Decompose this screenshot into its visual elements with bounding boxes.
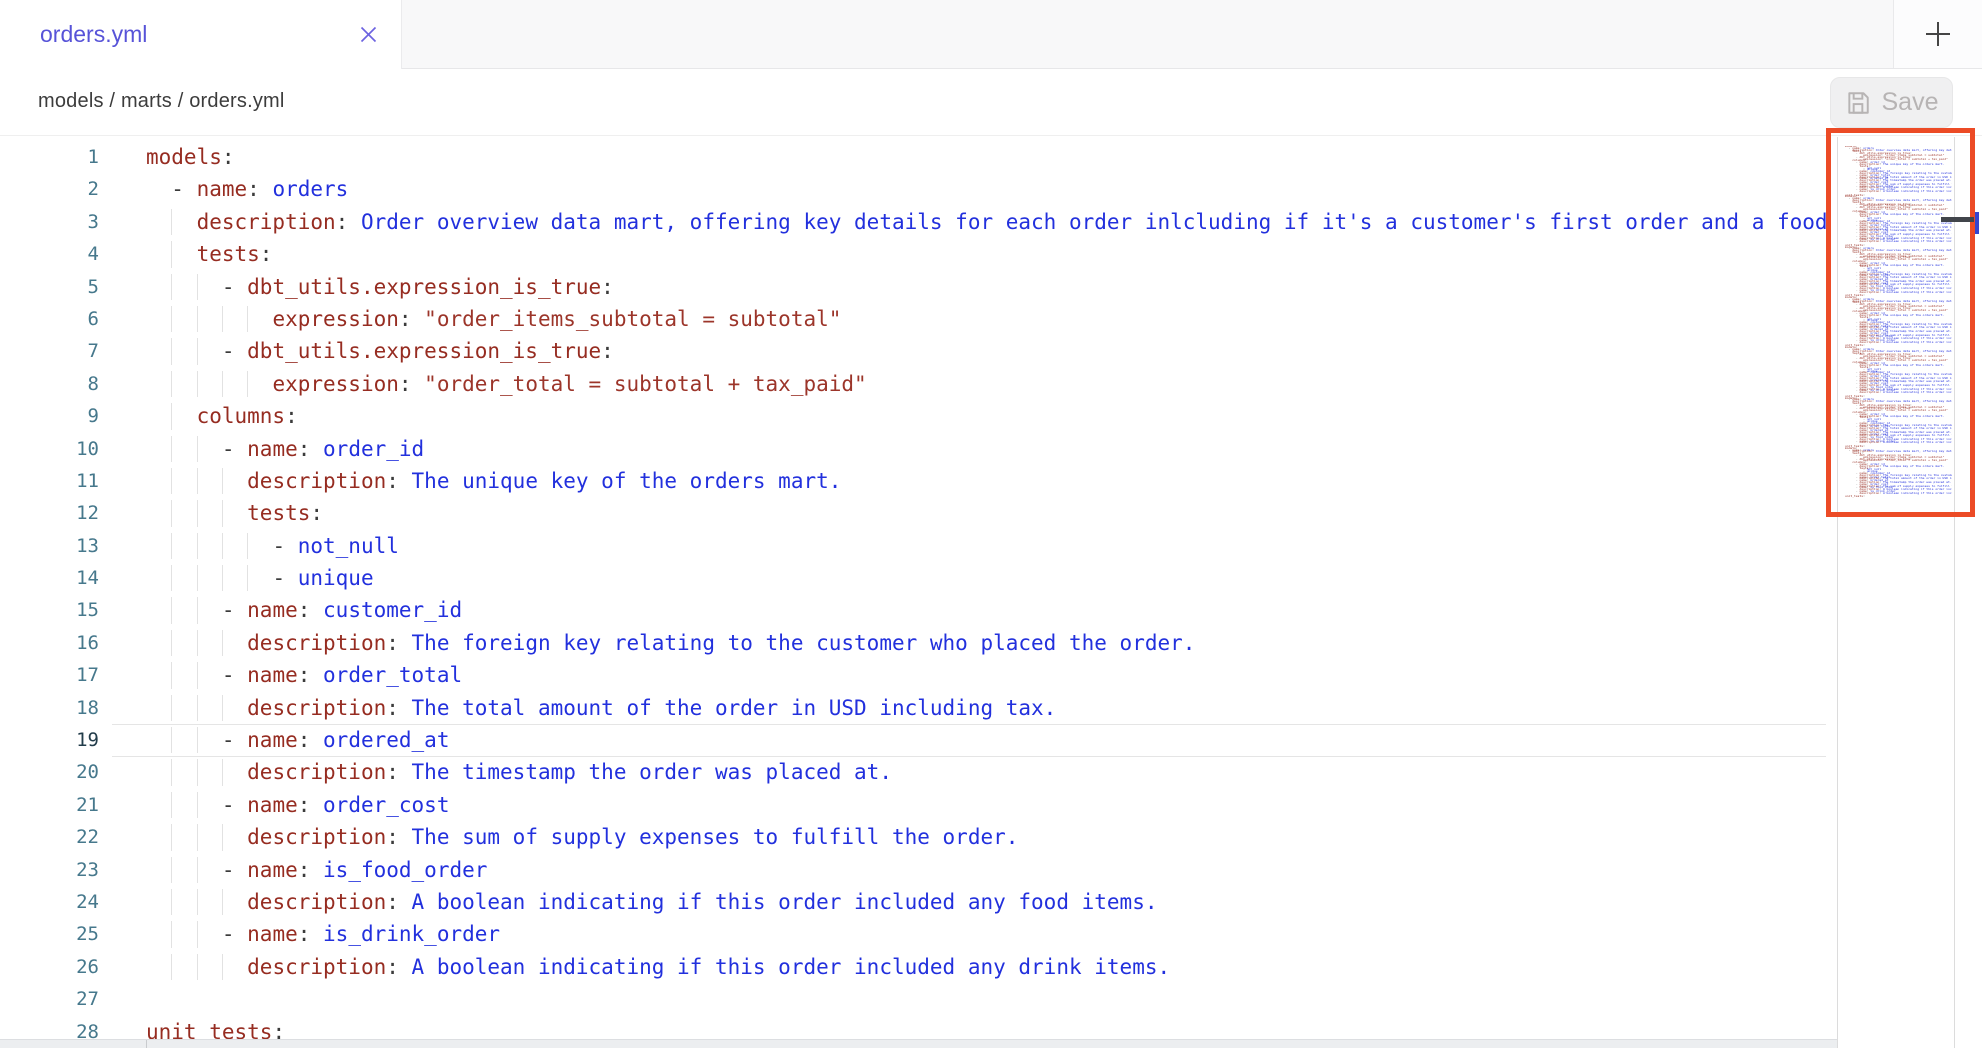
toolbar: models / marts / orders.yml Save [0,69,1982,136]
code-lines: 1models:2 - name: orders3 description: O… [0,141,1982,1048]
line-number: 20 [0,756,99,788]
line-number: 12 [0,497,99,529]
minimap-content: models: - name: orders description: Orde… [1845,146,1952,1044]
line-number: 13 [0,530,99,562]
code-line[interactable]: 10 - name: order_id [0,433,1982,465]
code-line[interactable]: 23 - name: is_food_order [0,854,1982,886]
tab-orders-yml[interactable]: orders.yml [0,0,402,69]
line-number: 14 [0,562,99,594]
line-number: 8 [0,368,99,400]
code-line[interactable]: 1models: [0,141,1982,173]
code-line[interactable]: 12 tests: [0,497,1982,529]
code-line[interactable]: 26 description: A boolean indicating if … [0,951,1982,983]
code-line[interactable]: 25 - name: is_drink_order [0,918,1982,950]
ide-window: orders.yml models / marts / orders.yml [0,0,1982,1048]
code-line[interactable]: 4 tests: [0,238,1982,270]
code-line[interactable]: 16 description: The foreign key relating… [0,627,1982,659]
line-number: 3 [0,206,99,238]
minimap[interactable]: models: - name: orders description: Orde… [1837,137,1955,1048]
code-line[interactable]: 13 - not_null [0,530,1982,562]
line-number: 21 [0,789,99,821]
line-number: 26 [0,951,99,983]
line-number: 6 [0,303,99,335]
active-line-bottom-border [112,756,1826,757]
line-number: 19 [0,724,99,756]
line-number: 1 [0,141,99,173]
code-line[interactable]: 15 - name: customer_id [0,594,1982,626]
horizontal-scrollbar[interactable] [0,1039,1837,1048]
line-number: 5 [0,271,99,303]
line-number: 18 [0,692,99,724]
line-number: 22 [0,821,99,853]
code-line[interactable]: 21 - name: order_cost [0,789,1982,821]
scroll-cursor-marker [1975,212,1979,234]
tab-bar: orders.yml [0,0,1982,69]
code-line[interactable]: 5 - dbt_utils.expression_is_true: [0,271,1982,303]
close-icon[interactable] [357,24,379,46]
code-line[interactable]: 18 description: The total amount of the … [0,692,1982,724]
line-number: 16 [0,627,99,659]
code-line[interactable]: 9 columns: [0,400,1982,432]
code-line[interactable]: 3 description: Order overview data mart,… [0,206,1982,238]
code-line[interactable]: 14 - unique [0,562,1982,594]
code-line[interactable]: 24 description: A boolean indicating if … [0,886,1982,918]
line-number: 17 [0,659,99,691]
code-line[interactable]: 6 expression: "order_items_subtotal = su… [0,303,1982,335]
line-number: 9 [0,400,99,432]
breadcrumb: models / marts / orders.yml [38,90,285,113]
code-line[interactable]: 27 [0,983,1982,1015]
line-number: 10 [0,433,99,465]
line-number: 23 [0,854,99,886]
tab-label: orders.yml [40,21,345,48]
tab-bar-right-zone [1893,0,1982,68]
line-number: 7 [0,335,99,367]
line-number: 4 [0,238,99,270]
code-line[interactable]: 11 description: The unique key of the or… [0,465,1982,497]
line-number: 11 [0,465,99,497]
line-number: 27 [0,983,99,1015]
scroll-position-dash [1941,217,1974,222]
line-number: 25 [0,918,99,950]
code-line[interactable]: 19 - name: ordered_at [0,724,1982,756]
active-line-top-border [112,724,1826,725]
floppy-disk-icon [1845,90,1871,116]
code-line[interactable]: 20 description: The timestamp the order … [0,756,1982,788]
code-line[interactable]: 17 - name: order_total [0,659,1982,691]
code-line[interactable]: 2 - name: orders [0,173,1982,205]
code-line[interactable]: 8 expression: "order_total = subtotal + … [0,368,1982,400]
line-number: 24 [0,886,99,918]
code-line[interactable]: 22 description: The sum of supply expens… [0,821,1982,853]
code-editor[interactable]: 1models:2 - name: orders3 description: O… [0,136,1982,1048]
scrollbar-divider [146,1040,147,1048]
save-button-label: Save [1882,88,1939,117]
save-button[interactable]: Save [1830,77,1953,128]
line-number: 15 [0,594,99,626]
line-number: 2 [0,173,99,205]
code-line[interactable]: 7 - dbt_utils.expression_is_true: [0,335,1982,367]
plus-icon[interactable] [1918,14,1958,54]
